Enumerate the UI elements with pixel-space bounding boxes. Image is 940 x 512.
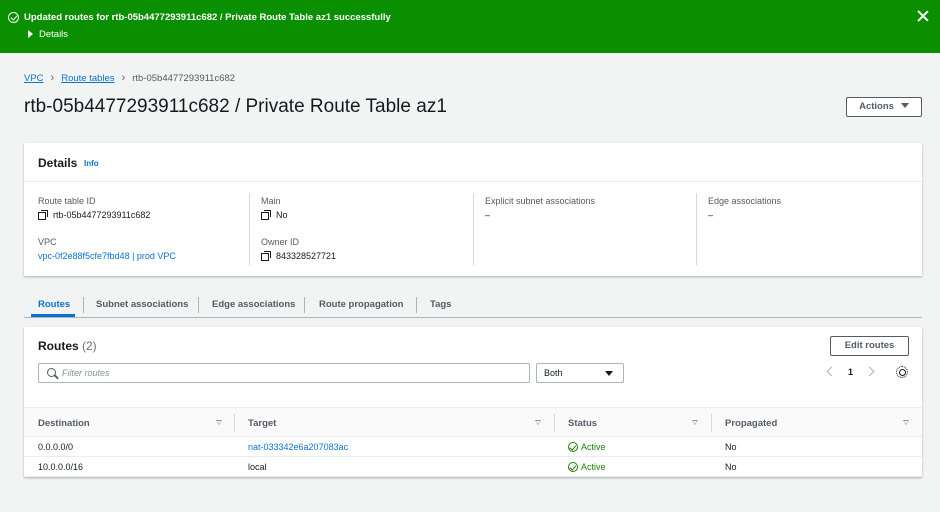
table-row: 0.0.0.0/0 nat-033342e6a207083ac Active N… <box>24 437 922 457</box>
breadcrumb: VPC › Route tables › rtb-05b4477293911c6… <box>24 72 235 84</box>
cell-propagated: No <box>725 462 737 472</box>
status-check-icon <box>568 462 578 472</box>
routes-title-text: Routes <box>38 339 79 353</box>
edit-routes-button[interactable]: Edit routes <box>830 336 909 356</box>
gear-icon[interactable] <box>896 366 908 378</box>
breadcrumb-vpc[interactable]: VPC <box>24 73 44 84</box>
chevron-right-icon: › <box>121 72 126 84</box>
status-text: Active <box>581 442 606 452</box>
vpc-label: VPC <box>38 237 57 247</box>
column-header-destination[interactable]: Destination <box>38 418 90 429</box>
sort-caret-icon[interactable] <box>215 420 223 425</box>
route-table-id-text: rtb-05b4477293911c682 <box>53 210 151 220</box>
flash-message: Updated routes for rtb-05b4477293911c682… <box>24 12 391 23</box>
tab-edge-associations[interactable]: Edge associations <box>212 299 295 310</box>
column-divider <box>473 193 474 265</box>
tab-divider <box>416 297 417 313</box>
cell-status: Active <box>568 462 606 472</box>
copy-icon[interactable] <box>38 209 48 220</box>
cell-propagated: No <box>725 442 737 452</box>
explicit-subnet-associations-value: – <box>485 210 491 220</box>
owner-id-label: Owner ID <box>261 237 300 247</box>
caret-down-icon <box>900 103 909 108</box>
cell-status: Active <box>568 442 606 452</box>
actions-button[interactable]: Actions <box>846 97 922 117</box>
tab-bar: Routes Subnet associations Edge associat… <box>24 294 922 318</box>
route-table-id-value: rtb-05b4477293911c682 <box>38 209 151 220</box>
chevron-right-icon[interactable] <box>864 366 875 377</box>
route-table-id-label: Route table ID <box>38 196 96 206</box>
page-number[interactable]: 1 <box>848 367 853 377</box>
copy-icon[interactable] <box>261 250 271 261</box>
cell-destination: 10.0.0.0/16 <box>38 462 84 472</box>
tab-route-propagation[interactable]: Route propagation <box>319 299 403 310</box>
caret-down-icon <box>605 371 613 376</box>
flash-details-toggle[interactable]: Details <box>28 29 68 40</box>
sort-caret-icon[interactable] <box>691 420 699 425</box>
column-divider <box>696 193 697 265</box>
chevron-right-icon: › <box>50 72 55 84</box>
column-divider <box>234 414 235 432</box>
tab-routes[interactable]: Routes <box>38 299 70 310</box>
column-divider <box>554 414 555 432</box>
owner-id-text: 843328527721 <box>276 251 337 261</box>
tab-subnet-associations[interactable]: Subnet associations <box>96 299 188 310</box>
tab-divider <box>198 297 199 313</box>
tab-divider <box>304 297 305 313</box>
vpc-link[interactable]: vpc-0f2e88f5cfe7fbd48 | prod VPC <box>38 251 176 261</box>
sort-caret-icon[interactable] <box>534 420 542 425</box>
explicit-subnet-associations-label: Explicit subnet associations <box>485 196 596 206</box>
info-link[interactable]: Info <box>84 159 99 168</box>
cell-destination: 0.0.0.0/0 <box>38 442 74 452</box>
page-title: rtb-05b4477293911c682 / Private Route Ta… <box>24 96 447 117</box>
route-type-select[interactable]: Both <box>536 363 624 383</box>
tab-divider <box>83 297 84 313</box>
copy-icon[interactable] <box>261 209 271 220</box>
column-header-status[interactable]: Status <box>568 418 597 429</box>
cell-target: local <box>248 462 267 472</box>
details-panel: Details Info Route table ID rtb-05b44772… <box>24 143 922 276</box>
column-header-propagated[interactable]: Propagated <box>725 418 777 429</box>
tab-tags[interactable]: Tags <box>430 299 451 310</box>
breadcrumb-route-tables[interactable]: Route tables <box>61 73 114 84</box>
edge-associations-label: Edge associations <box>708 196 782 206</box>
routes-count: (2) <box>82 339 97 353</box>
flash-details-label: Details <box>39 29 69 40</box>
table-row: 10.0.0.0/16 local Active No <box>24 457 922 477</box>
actions-label: Actions <box>859 101 894 112</box>
route-type-select-value: Both <box>544 368 563 378</box>
column-header-target[interactable]: Target <box>248 418 276 429</box>
column-divider <box>711 414 712 432</box>
active-tab-indicator <box>31 314 75 317</box>
status-check-icon <box>568 442 578 452</box>
edge-associations-value: – <box>708 210 714 220</box>
status-text: Active <box>581 462 606 472</box>
chevron-left-icon[interactable] <box>826 366 837 377</box>
success-flash-bar: Updated routes for rtb-05b4477293911c682… <box>0 0 940 53</box>
caret-right-icon <box>28 30 33 38</box>
breadcrumb-current: rtb-05b4477293911c682 <box>132 72 236 84</box>
cell-target-link[interactable]: nat-033342e6a207083ac <box>248 442 348 452</box>
column-divider <box>249 193 250 265</box>
details-title: Details <box>38 156 78 170</box>
table-header: Destination Target Status Propagated <box>24 407 922 437</box>
divider <box>24 181 922 182</box>
close-icon[interactable] <box>916 9 930 23</box>
owner-id-value: 843328527721 <box>261 250 337 261</box>
success-check-icon <box>8 12 19 23</box>
search-icon <box>47 368 56 377</box>
filter-routes-input[interactable] <box>62 366 522 380</box>
routes-title: Routes (2) <box>38 339 97 353</box>
main-text: No <box>276 210 288 220</box>
main-label: Main <box>261 196 281 206</box>
sort-caret-icon[interactable] <box>902 420 910 425</box>
filter-routes-field[interactable] <box>38 363 530 383</box>
main-value: No <box>261 209 288 220</box>
routes-panel: Routes (2) Edit routes Both 1 Destinatio… <box>24 327 922 477</box>
